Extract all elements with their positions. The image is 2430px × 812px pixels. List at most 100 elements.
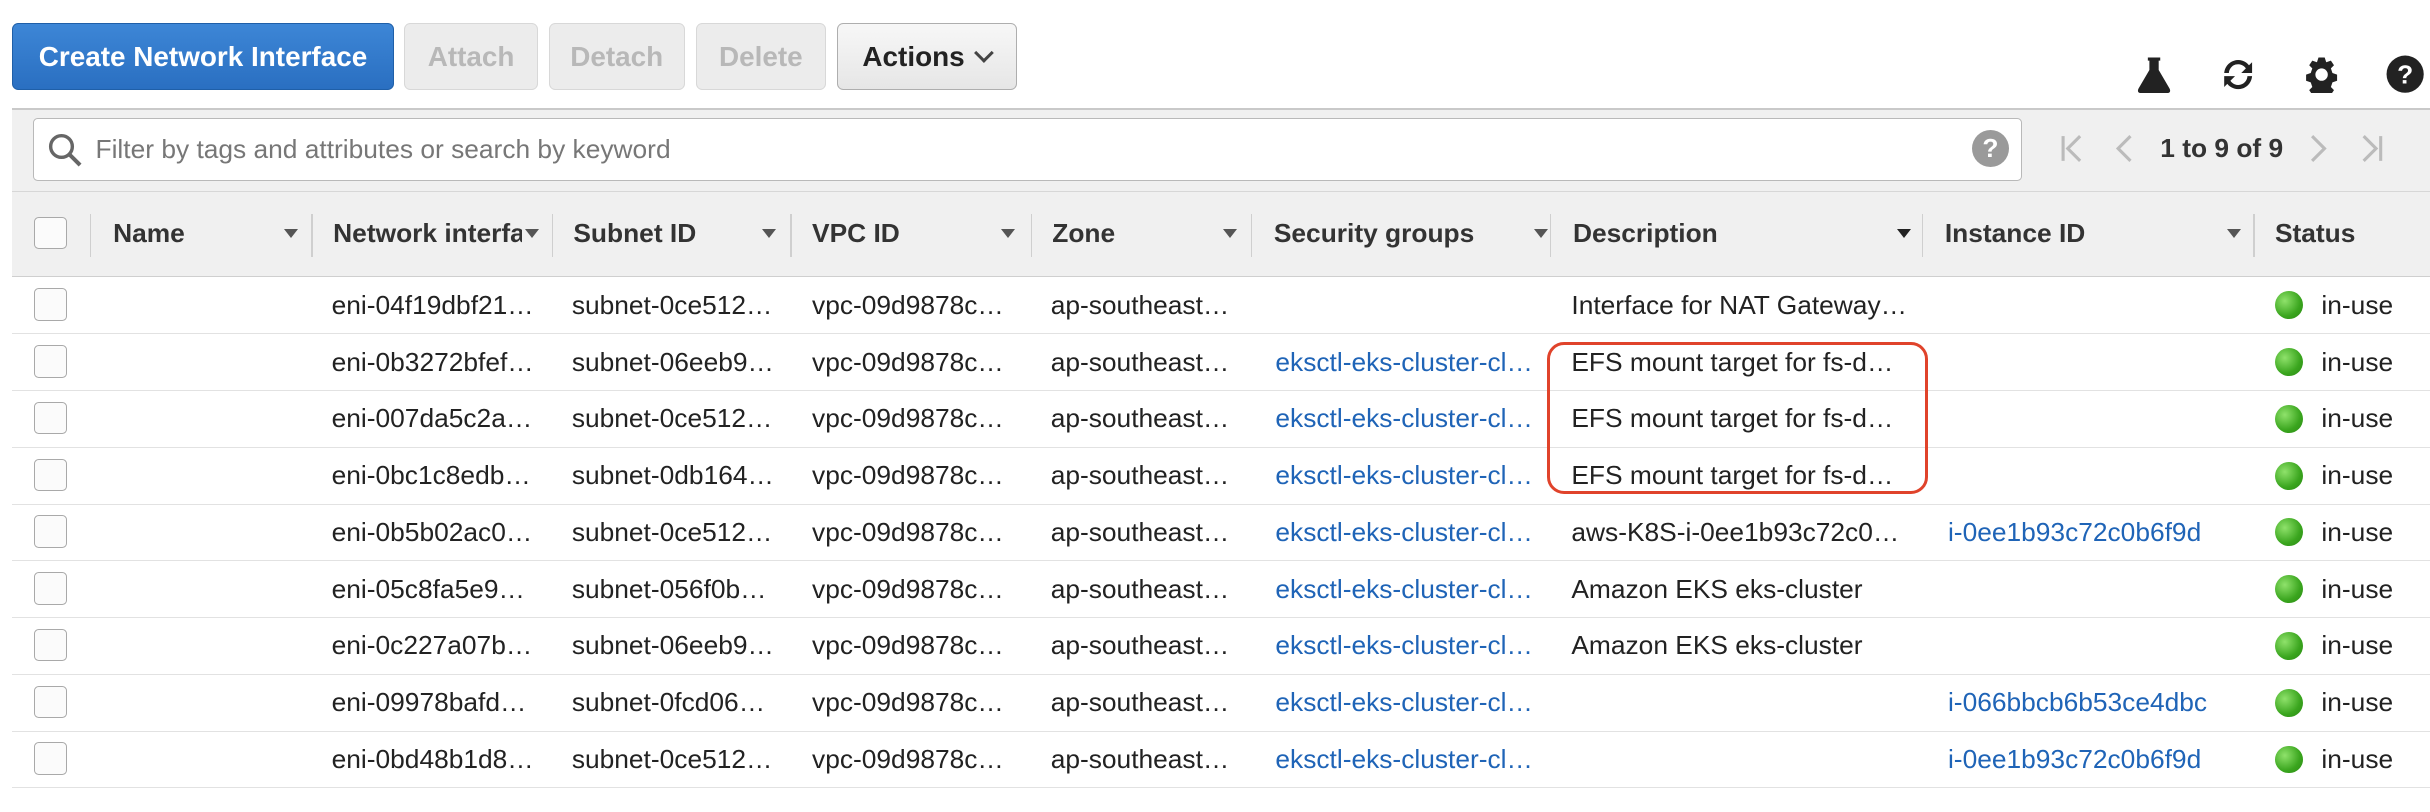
status-ok-icon (2274, 518, 2303, 547)
search-icon (48, 133, 82, 167)
table-row[interactable]: eni-0bc1c8edb… subnet-0db164… vpc-09d987… (12, 448, 2430, 505)
table-row[interactable]: eni-05c8fa5e9… subnet-056f0b… vpc-09d987… (12, 561, 2430, 619)
sort-caret-icon (283, 229, 298, 239)
column-header-security-groups[interactable]: Security groups (1274, 192, 1553, 276)
status-ok-icon (2274, 404, 2303, 433)
column-header-description[interactable]: Description (1573, 192, 1922, 276)
cell-network-interface: eni-0c227a07b… (331, 630, 533, 661)
table-row[interactable]: eni-007da5c2a… subnet-0ce512… vpc-09d987… (12, 391, 2430, 448)
cell-network-interface: eni-04f19dbf21… (331, 289, 534, 320)
column-divider (551, 213, 554, 258)
row-checkbox[interactable] (34, 742, 67, 776)
cell-zone: ap-southeast… (1050, 289, 1230, 320)
status-text: in-use (2321, 403, 2394, 434)
cell-status: in-use (2274, 334, 2394, 390)
status-ok-icon (2274, 575, 2303, 604)
table-row[interactable]: eni-04f19dbf21… subnet-0ce512… vpc-09d98… (12, 277, 2430, 335)
column-header-status[interactable]: Status (2275, 192, 2430, 276)
column-header-instance-id[interactable]: Instance ID (1945, 192, 2252, 276)
sort-caret-icon (1001, 229, 1016, 239)
search-box: ? (32, 117, 2023, 182)
cell-instance-id-link[interactable]: i-0ee1b93c72c0b6f9d (1948, 732, 2201, 788)
last-page-icon[interactable] (2354, 130, 2388, 167)
table-row[interactable]: eni-0b3272bfef… subnet-06eeb9… vpc-09d98… (12, 334, 2430, 391)
filter-help-icon[interactable]: ? (1971, 129, 2009, 167)
cell-vpc-id: vpc-09d9878c… (812, 573, 1004, 604)
column-header-vpc-id[interactable]: VPC ID (812, 192, 1021, 276)
create-network-interface-button[interactable]: Create Network Interface (12, 23, 394, 90)
cell-security-group-link[interactable]: eksctl-eks-cluster-cl… (1275, 675, 1532, 731)
cell-network-interface: eni-05c8fa5e9… (331, 573, 525, 604)
sort-caret-icon (1896, 229, 1911, 239)
sort-caret-icon (1222, 229, 1237, 239)
select-all-checkbox[interactable] (34, 216, 67, 250)
pagination-text: 1 to 9 of 9 (2160, 133, 2284, 164)
status-text: in-use (2321, 346, 2394, 377)
row-checkbox[interactable] (34, 288, 67, 321)
row-checkbox[interactable] (34, 572, 67, 605)
help-icon[interactable]: ? (2383, 53, 2426, 96)
table-row[interactable]: eni-0b5b02ac0… subnet-0ce512… vpc-09d987… (12, 505, 2430, 562)
detach-button[interactable]: Detach (548, 23, 685, 90)
cell-security-group-link[interactable]: eksctl-eks-cluster-cl… (1275, 561, 1532, 617)
cell-security-group-link[interactable]: eksctl-eks-cluster-cl… (1275, 505, 1532, 561)
sort-caret-icon (1534, 229, 1549, 239)
row-checkbox[interactable] (34, 515, 67, 548)
status-ok-icon (2274, 745, 2303, 774)
cell-subnet-id: subnet-0fcd06… (571, 687, 766, 718)
table-row[interactable]: eni-09978bafd… subnet-0fcd06… vpc-09d987… (12, 675, 2430, 732)
cell-vpc-id: vpc-09d9878c… (812, 630, 1004, 661)
cell-security-group-link[interactable]: eksctl-eks-cluster-cl… (1275, 334, 1532, 390)
row-checkbox[interactable] (34, 345, 67, 378)
cell-zone: ap-southeast… (1050, 630, 1230, 661)
column-header-network-interface[interactable]: Network interfa (333, 192, 540, 276)
refresh-icon[interactable] (2216, 53, 2259, 96)
cell-zone: ap-southeast… (1050, 687, 1230, 718)
cell-network-interface: eni-0b3272bfef… (331, 346, 534, 377)
cell-security-group-link[interactable]: eksctl-eks-cluster-cl… (1275, 618, 1532, 674)
attach-button[interactable]: Attach (404, 23, 538, 90)
next-page-icon[interactable] (2302, 130, 2336, 167)
top-icon-bar: ? (2132, 53, 2426, 96)
column-header-zone[interactable]: Zone (1052, 192, 1250, 276)
table-body: eni-04f19dbf21… subnet-0ce512… vpc-09d98… (12, 277, 2430, 789)
column-divider (1921, 213, 1924, 258)
row-checkbox[interactable] (34, 458, 67, 492)
row-checkbox[interactable] (34, 628, 67, 662)
first-page-icon[interactable] (2055, 130, 2089, 167)
actions-label: Actions (862, 40, 965, 72)
cell-instance-id-link[interactable]: i-066bbcb6b53ce4dbc (1948, 675, 2207, 731)
cell-zone: ap-southeast… (1050, 403, 1230, 434)
cell-status: in-use (2274, 561, 2393, 617)
cell-network-interface: eni-0bc1c8edb… (331, 460, 531, 491)
cell-status: in-use (2274, 618, 2394, 674)
table-row[interactable]: eni-0bd48b1d8… subnet-0ce512… vpc-09d987… (12, 732, 2430, 789)
prev-page-icon[interactable] (2108, 130, 2142, 167)
table-row[interactable]: eni-0c227a07b… subnet-06eeb9… vpc-09d987… (12, 618, 2430, 675)
table-header: Name Network interfa Subnet ID VPC ID Zo… (12, 192, 2430, 277)
cell-description: Amazon EKS eks-cluster (1571, 573, 1863, 604)
cell-subnet-id: subnet-0db164… (571, 460, 774, 491)
cell-security-group-link[interactable]: eksctl-eks-cluster-cl… (1275, 448, 1532, 504)
column-header-subnet-id[interactable]: Subnet ID (573, 192, 782, 276)
cell-security-group-link[interactable]: eksctl-eks-cluster-cl… (1275, 732, 1532, 788)
cell-subnet-id: subnet-0ce512… (571, 403, 773, 434)
cell-subnet-id: subnet-0ce512… (571, 744, 773, 775)
row-checkbox[interactable] (34, 685, 67, 719)
actions-dropdown[interactable]: Actions (836, 23, 1017, 90)
cell-zone: ap-southeast… (1050, 346, 1230, 377)
cell-instance-id-link[interactable]: i-0ee1b93c72c0b6f9d (1948, 505, 2201, 561)
status-text: in-use (2321, 516, 2394, 547)
gear-icon[interactable] (2300, 53, 2343, 96)
search-input[interactable] (92, 132, 1943, 167)
cell-description: EFS mount target for fs-d… (1571, 460, 1894, 491)
column-divider (311, 213, 314, 258)
row-checkbox[interactable] (34, 401, 67, 435)
cell-security-group-link[interactable]: eksctl-eks-cluster-cl… (1275, 391, 1532, 447)
delete-button[interactable]: Delete (695, 23, 826, 90)
flask-icon[interactable] (2132, 53, 2175, 96)
cell-description: Interface for NAT Gateway… (1571, 289, 1907, 320)
column-header-name[interactable]: Name (113, 192, 299, 276)
status-text: in-use (2321, 630, 2394, 661)
cell-subnet-id: subnet-06eeb9… (571, 346, 774, 377)
